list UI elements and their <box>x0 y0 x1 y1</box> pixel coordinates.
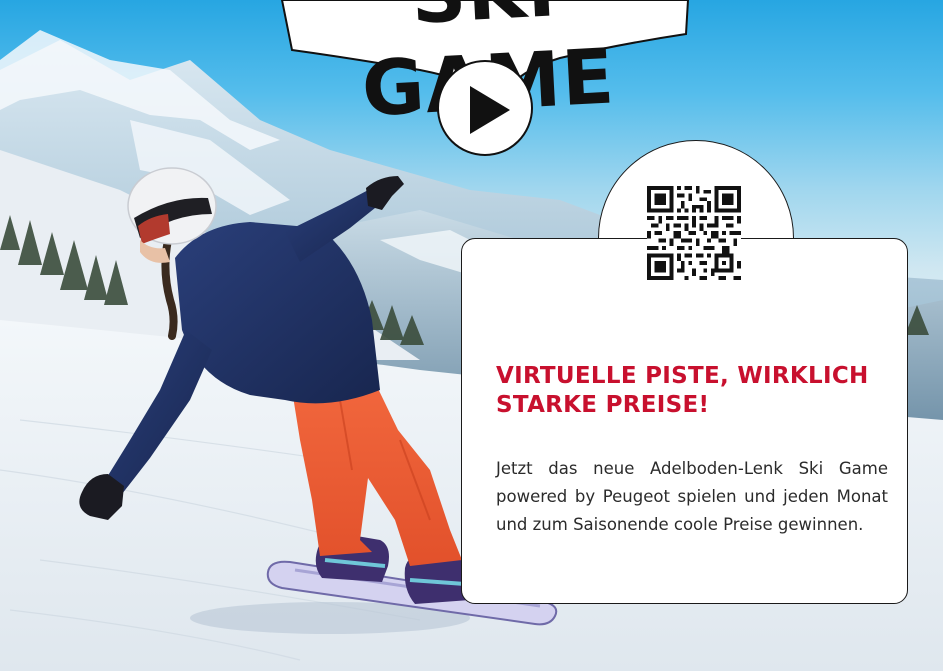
play-icon <box>470 86 510 134</box>
play-button[interactable] <box>437 60 533 156</box>
qr-code-icon[interactable] <box>647 186 741 280</box>
card-heading: VIRTUELLE PISTE, WIRKLICH STARKE PREISE! <box>496 363 869 418</box>
card-description: Jetzt das neue Adelboden-Lenk Ski Game p… <box>496 459 888 534</box>
